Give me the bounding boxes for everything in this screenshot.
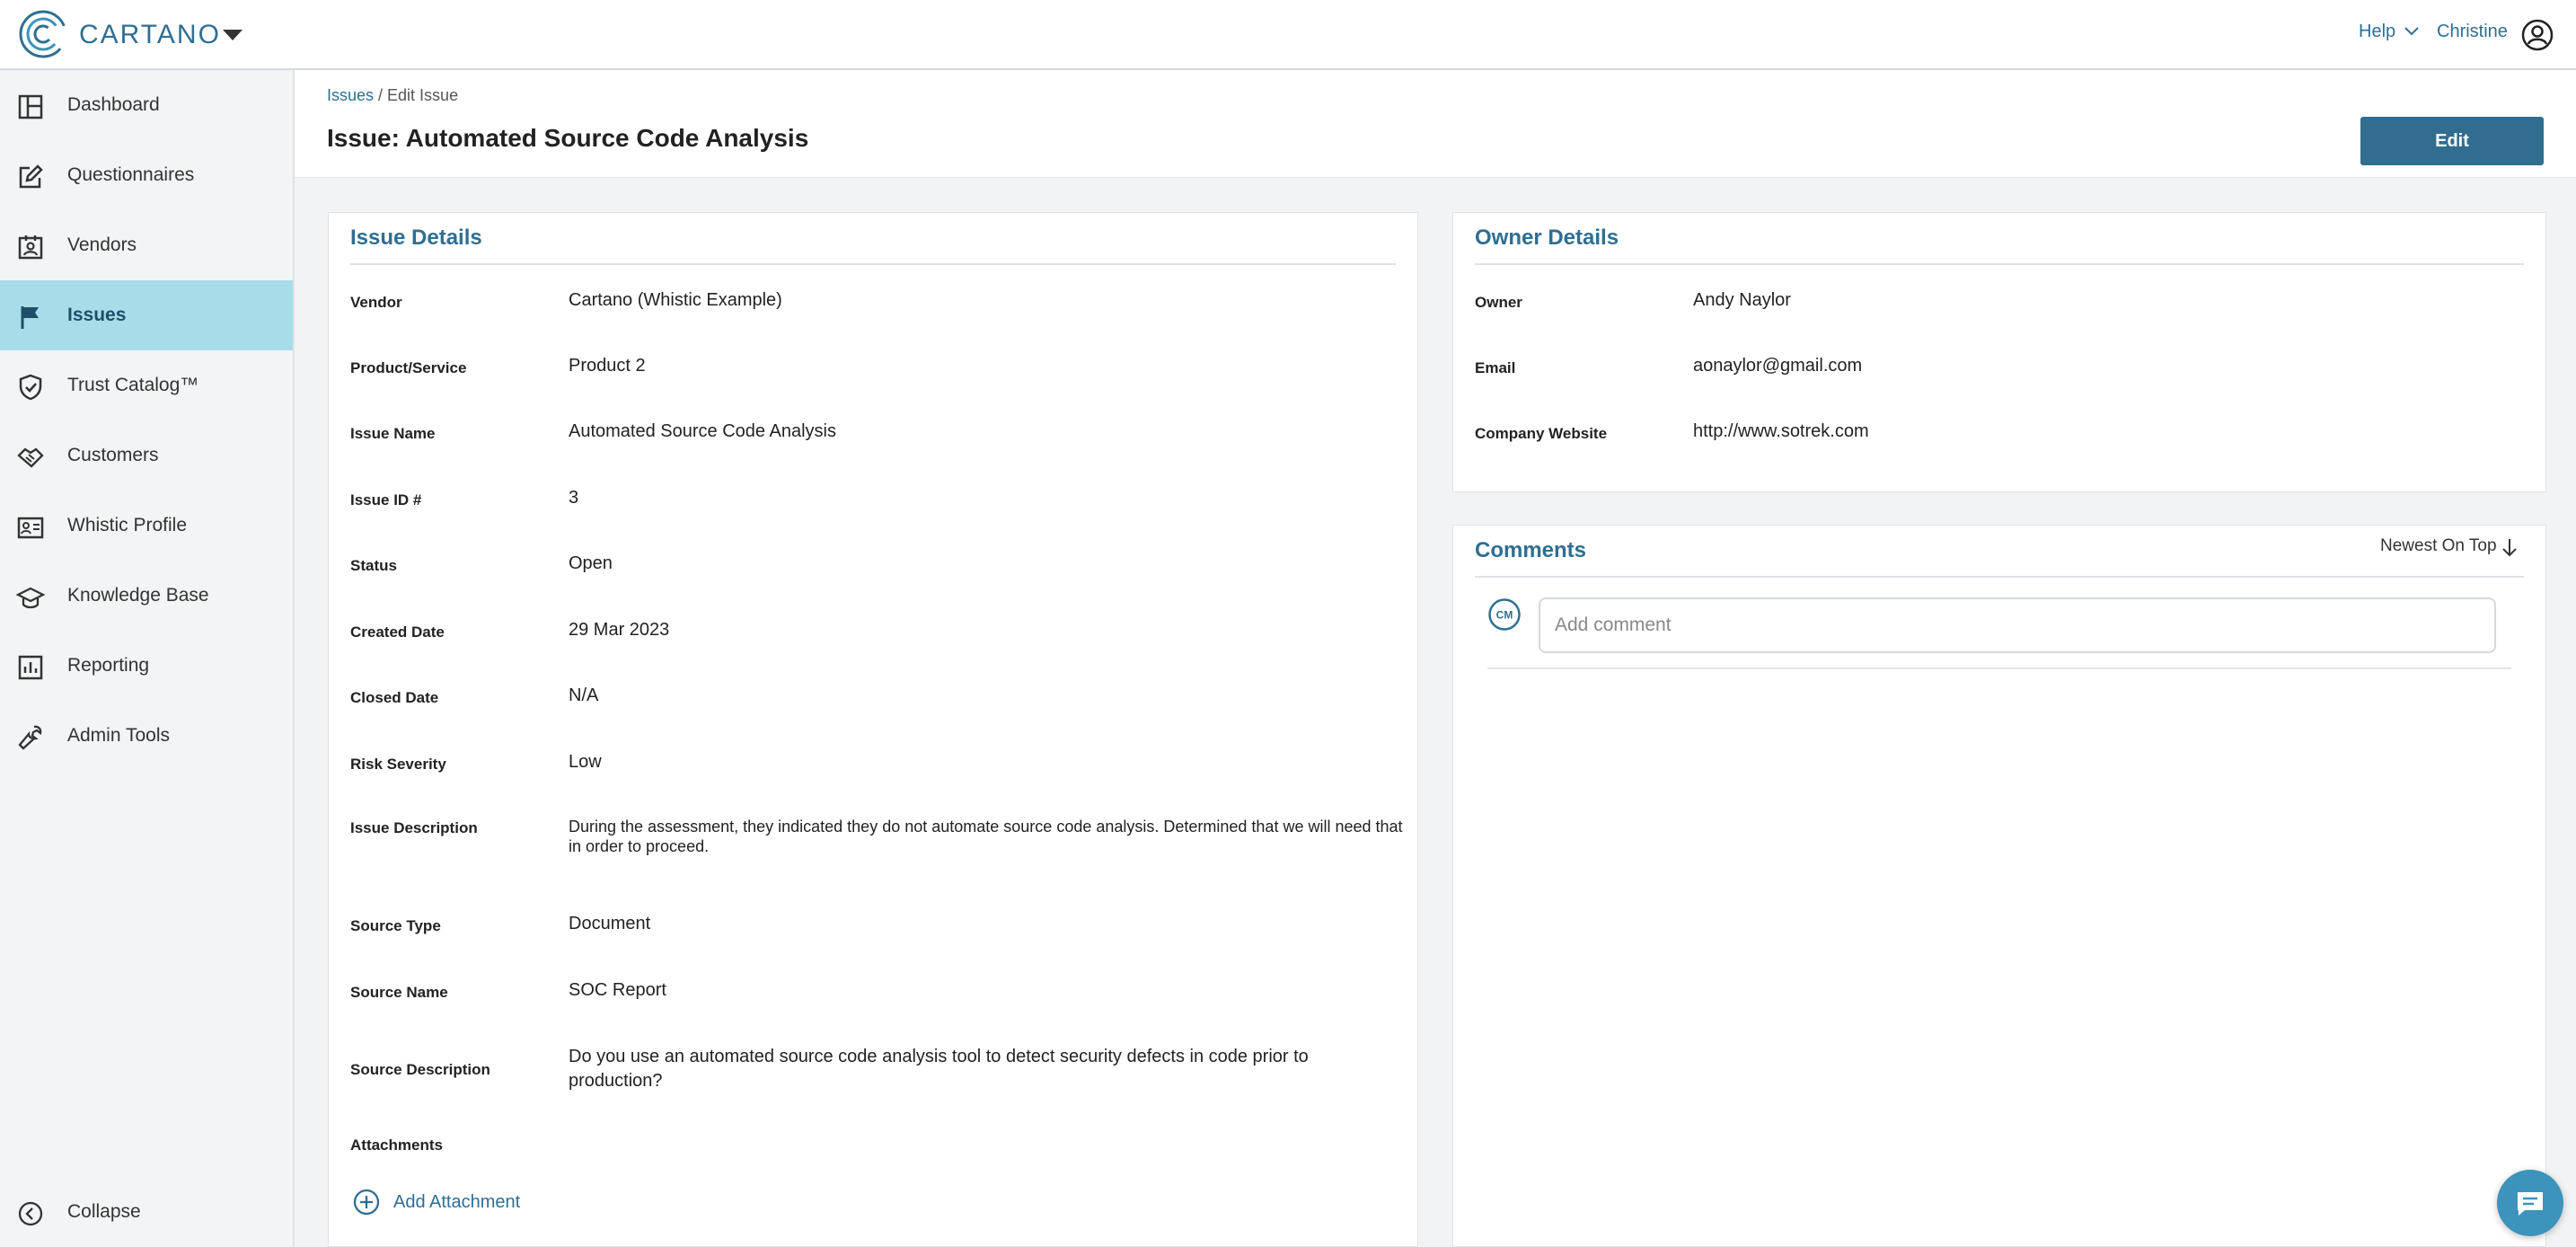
sidebar-item-label: Customers [67, 445, 159, 465]
divider [1475, 576, 2524, 578]
issue-name-value: Automated Source Code Analysis [569, 421, 836, 441]
page-header: Issues / Edit Issue Issue: Automated Sou… [295, 70, 2576, 178]
source-description-label: Source Description [350, 1061, 490, 1078]
issue-description-label: Issue Description [350, 819, 478, 836]
cartano-logo-icon[interactable] [18, 9, 68, 59]
risk-severity-value: Low [569, 752, 602, 772]
risk-severity-label: Risk Severity [350, 756, 446, 773]
sidebar-item-admin-tools[interactable]: Admin Tools [0, 701, 293, 771]
sidebar-item-label: Trust Catalog™ [67, 375, 199, 395]
dashboard-icon [18, 94, 43, 119]
comments-card: Comments Newest On Top CM [1452, 525, 2546, 1247]
chevron-down-icon[interactable] [2404, 25, 2420, 38]
commenter-avatar: CM [1488, 598, 1521, 631]
owner-details-title: Owner Details [1475, 226, 1619, 250]
graduation-cap-icon [16, 587, 45, 609]
help-menu[interactable]: Help [2359, 22, 2395, 42]
sidebar-item-reporting[interactable]: Reporting [0, 631, 293, 701]
issue-id-label: Issue ID # [350, 491, 422, 509]
attachments-label: Attachments [350, 1136, 443, 1154]
owner-value: Andy Naylor [1693, 290, 1791, 310]
divider [1475, 263, 2524, 265]
add-attachment-link[interactable]: Add Attachment [393, 1192, 520, 1213]
email-label: Email [1475, 359, 1516, 376]
created-date-value: 29 Mar 2023 [569, 620, 670, 640]
sidebar-item-dashboard[interactable]: Dashboard [0, 70, 293, 140]
issue-description-value: During the assessment, they indicated th… [569, 818, 1403, 855]
sidebar-item-label: Knowledge Base [67, 585, 209, 606]
sidebar-item-label: Questionnaires [67, 164, 195, 185]
account-switcher-caret-icon[interactable] [223, 30, 243, 40]
source-name-label: Source Name [350, 984, 448, 1001]
profile-card-icon [17, 517, 44, 539]
source-type-value: Document [569, 914, 651, 933]
arrow-down-icon[interactable] [2499, 536, 2520, 558]
issue-name-label: Issue Name [350, 425, 436, 442]
company-website-label: Company Website [1475, 425, 1608, 442]
page-title: Issue: Automated Source Code Analysis [327, 124, 809, 152]
collapse-chevron-left-icon [18, 1201, 43, 1226]
add-comment-input[interactable] [1539, 597, 2496, 653]
issue-id-value: 3 [569, 488, 579, 508]
bar-chart-icon [18, 655, 43, 680]
user-avatar-icon[interactable] [2520, 18, 2554, 52]
product-service-value: Product 2 [569, 356, 646, 376]
breadcrumb-current: / Edit Issue [374, 86, 459, 104]
sidebar-item-vendors[interactable]: Vendors [0, 210, 293, 280]
product-service-label: Product/Service [350, 359, 467, 376]
shield-check-icon [19, 374, 42, 401]
user-menu-name[interactable]: Christine [2437, 22, 2508, 42]
divider [1487, 668, 2511, 669]
sidebar-collapse-button[interactable]: Collapse [0, 1177, 293, 1247]
avatar-initials: CM [1496, 609, 1513, 622]
created-date-label: Created Date [350, 624, 445, 641]
flag-icon [21, 306, 39, 329]
chat-button[interactable] [2497, 1170, 2563, 1236]
sidebar-item-issues[interactable]: Issues [0, 280, 293, 350]
sidebar-item-label: Whistic Profile [67, 515, 188, 535]
email-value: aonaylor@gmail.com [1693, 356, 1863, 376]
sidebar-item-label: Admin Tools [67, 725, 171, 746]
edit-square-icon [19, 164, 43, 189]
status-value: Open [569, 553, 613, 573]
issue-details-card: Issue Details Vendor Cartano (Whistic Ex… [328, 212, 1418, 1247]
owner-label: Owner [1475, 294, 1522, 311]
closed-date-label: Closed Date [350, 689, 439, 706]
top-bar: CARTANO Help Christine [0, 0, 2576, 70]
chat-bubble-icon [2518, 1192, 2543, 1216]
closed-date-value: N/A [569, 685, 599, 705]
comments-title: Comments [1475, 538, 1587, 562]
company-website-value: http://www.sotrek.com [1693, 421, 1869, 441]
breadcrumb-issues-link[interactable]: Issues [327, 86, 374, 104]
wrench-icon [18, 725, 42, 750]
source-name-value: SOC Report [569, 980, 666, 1000]
sidebar-item-label: Vendors [67, 234, 137, 255]
sidebar-item-whistic-profile[interactable]: Whistic Profile [0, 491, 293, 561]
vendor-label: Vendor [350, 294, 402, 311]
vendor-value: Cartano (Whistic Example) [569, 290, 782, 310]
sidebar-item-label: Dashboard [67, 94, 160, 115]
vendor-card-icon [18, 235, 43, 260]
breadcrumb: Issues / Edit Issue [327, 86, 458, 105]
sidebar: Dashboard Questionnaires Vendors Issues … [0, 70, 295, 1247]
sidebar-item-customers[interactable]: Customers [0, 420, 293, 491]
sidebar-item-label: Reporting [67, 655, 150, 676]
comments-sort-toggle[interactable]: Newest On Top [2380, 536, 2497, 556]
source-type-label: Source Type [350, 917, 441, 934]
sidebar-item-knowledge-base[interactable]: Knowledge Base [0, 561, 293, 631]
edit-button[interactable]: Edit [2360, 117, 2544, 165]
brand-name[interactable]: CARTANO [79, 20, 221, 50]
sidebar-item-questionnaires[interactable]: Questionnaires [0, 140, 293, 210]
collapse-label: Collapse [67, 1201, 141, 1222]
owner-details-card: Owner Details Owner Andy Naylor Email ao… [1452, 212, 2546, 492]
sidebar-item-trust-catalog[interactable]: Trust Catalog™ [0, 350, 293, 420]
sidebar-item-label: Issues [67, 305, 127, 325]
handshake-icon [17, 447, 44, 468]
divider [350, 263, 1396, 265]
issue-details-title: Issue Details [350, 226, 482, 250]
add-circle-icon[interactable] [352, 1188, 381, 1216]
status-label: Status [350, 557, 397, 574]
source-description-value: Do you use an automated source code anal… [569, 1047, 1309, 1091]
